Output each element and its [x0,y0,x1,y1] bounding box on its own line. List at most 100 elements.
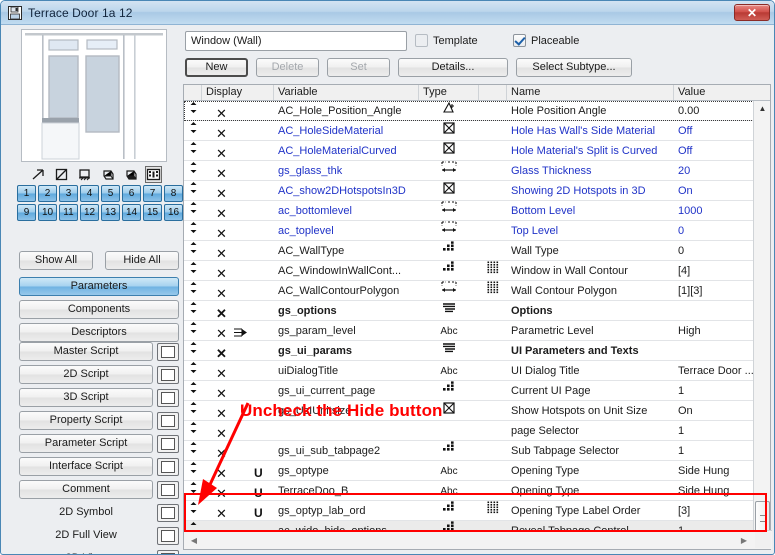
resize-grip[interactable] [755,532,771,548]
row-display-toggles[interactable]: ✕ [202,301,274,321]
cell-value[interactable]: 0 [674,221,754,241]
page-button[interactable]: 12 [80,204,99,221]
cell-array[interactable] [479,301,507,321]
row-display-toggles[interactable]: ✕ [202,161,274,181]
table-row[interactable]: ✕ ac_toplevel Top Level 0 [184,220,754,241]
row-drag-handle[interactable] [184,361,202,381]
table-row[interactable]: ✕ ac_bottomlevel Bottom Level 1000 [184,200,754,221]
cell-value[interactable]: On [674,181,754,201]
hide-toggle-icon[interactable]: ✕ [216,144,227,161]
cell-value[interactable]: Off [674,141,754,161]
cell-value[interactable]: Off [674,121,754,141]
open-window-icon[interactable] [157,342,179,361]
cell-array[interactable] [479,401,507,421]
cell-array[interactable] [479,101,507,121]
cell-type[interactable] [419,101,479,121]
cell-name[interactable]: Wall Type [507,241,674,261]
details-button[interactable]: Details... [398,58,508,77]
cell-variable[interactable]: ac_bottomlevel [274,201,419,221]
cell-array[interactable] [479,221,507,241]
cell-value[interactable]: 20 [674,161,754,181]
table-row[interactable]: ✕ gs_ui_sub_tabpage2 Sub Tabpage Selector 1 [184,440,754,461]
hide-toggle-icon[interactable]: ✕ [216,104,227,121]
cell-name[interactable]: Bottom Level [507,201,674,221]
cell-array[interactable] [479,201,507,221]
table-row[interactable]: ✕ AC_WindowInWallCont... Window in Wall Co… [184,260,754,281]
table-row[interactable]: ✕ gs_ui_current_page Current UI Page 1 [184,380,754,401]
cell-type[interactable] [419,421,479,441]
cell-value[interactable]: On [674,401,754,421]
cell-type[interactable] [419,260,479,281]
cell-variable[interactable]: AC_WallType [274,241,419,261]
cell-variable[interactable]: AC_show2DHotspotsIn3D [274,181,419,201]
set-button[interactable]: Set [327,58,390,77]
placeable-checkbox[interactable] [513,34,526,47]
cell-array[interactable] [479,121,507,141]
cell-name[interactable]: Wall Contour Polygon [507,281,674,301]
show-all-button[interactable]: Show All [19,251,93,270]
table-row[interactable]: ✕ AC_WallContourPolygon Wall Contour Polyg… [184,280,754,301]
cell-value[interactable]: 0.00 [674,101,754,121]
cell-variable[interactable]: gs_glass_thk [274,161,419,181]
cell-array[interactable] [479,441,507,461]
cell-type[interactable] [419,200,479,221]
row-drag-handle[interactable] [184,161,202,181]
open-window-icon[interactable] [157,503,179,522]
page-button[interactable]: 8 [164,185,183,202]
scroll-right-icon[interactable]: ▶ [736,532,752,548]
cell-name[interactable]: Parametric Level [507,321,674,341]
row-drag-handle[interactable] [184,201,202,221]
open-window-icon[interactable] [157,411,179,430]
cell-value[interactable] [674,301,754,321]
vertical-scrollbar[interactable]: ▲ ▼ [753,101,770,549]
cell-name[interactable]: Top Level [507,221,674,241]
cell-name[interactable]: Window in Wall Contour [507,261,674,281]
row-display-toggles[interactable]: ✕ [202,181,274,201]
cell-type[interactable] [419,280,479,301]
column-header-drag[interactable] [184,85,202,100]
table-row[interactable]: ✕ gs_ui_params UI Parameters and Texts [184,341,754,361]
horizontal-scrollbar[interactable]: ◀ ▶ [184,530,772,549]
new-button[interactable]: New [185,58,248,77]
2d-script-button[interactable]: 2D Script [19,365,153,384]
cell-name[interactable]: Hole Has Wall's Side Material [507,121,674,141]
hide-toggle-icon[interactable]: ✕ [216,364,227,381]
row-drag-handle[interactable] [184,261,202,281]
open-window-icon[interactable] [157,457,179,476]
row-display-toggles[interactable]: ✕ [202,121,274,141]
cell-array[interactable] [479,281,507,301]
close-icon[interactable]: ✕ [734,4,770,21]
hidden-line-icon[interactable] [54,167,69,182]
cell-name[interactable]: Hole Material's Split is Curved [507,141,674,161]
cell-name[interactable]: Options [507,301,674,321]
hide-toggle-icon[interactable]: ✕ [216,204,227,221]
row-drag-handle[interactable] [184,321,202,341]
cell-variable[interactable] [274,421,419,441]
cell-type[interactable] [419,380,479,401]
cell-value[interactable]: [1][3] [674,281,754,301]
table-row[interactable]: ✕ page Selector 1 [184,421,754,441]
cell-value[interactable] [674,341,754,361]
cell-name[interactable]: UI Dialog Title [507,361,674,381]
row-display-toggles[interactable]: ✕ [202,281,274,301]
hide-all-button[interactable]: Hide All [105,251,179,270]
row-display-toggles[interactable]: ✕ [202,101,274,121]
page-button[interactable]: 9 [17,204,36,221]
cell-name[interactable]: Hole Position Angle [507,101,674,121]
table-row[interactable]: ✕ uiDialogTitle Abc UI Dialog Title Terrace … [184,361,754,381]
cell-value[interactable]: 1 [674,381,754,401]
row-drag-handle[interactable] [184,221,202,241]
cell-type[interactable] [419,181,479,201]
open-window-icon[interactable] [157,365,179,384]
cell-type[interactable] [419,301,479,321]
cell-array[interactable] [479,341,507,361]
cell-type[interactable] [419,121,479,141]
page-button[interactable]: 2 [38,185,57,202]
cell-variable[interactable]: gs_ui_params [274,341,419,361]
cell-array[interactable] [479,361,507,381]
cell-array[interactable] [479,141,507,161]
cell-type[interactable]: Abc [419,321,479,341]
row-drag-handle[interactable] [184,341,202,361]
page-button[interactable]: 4 [80,185,99,202]
row-display-toggles[interactable]: ✕ [202,361,274,381]
